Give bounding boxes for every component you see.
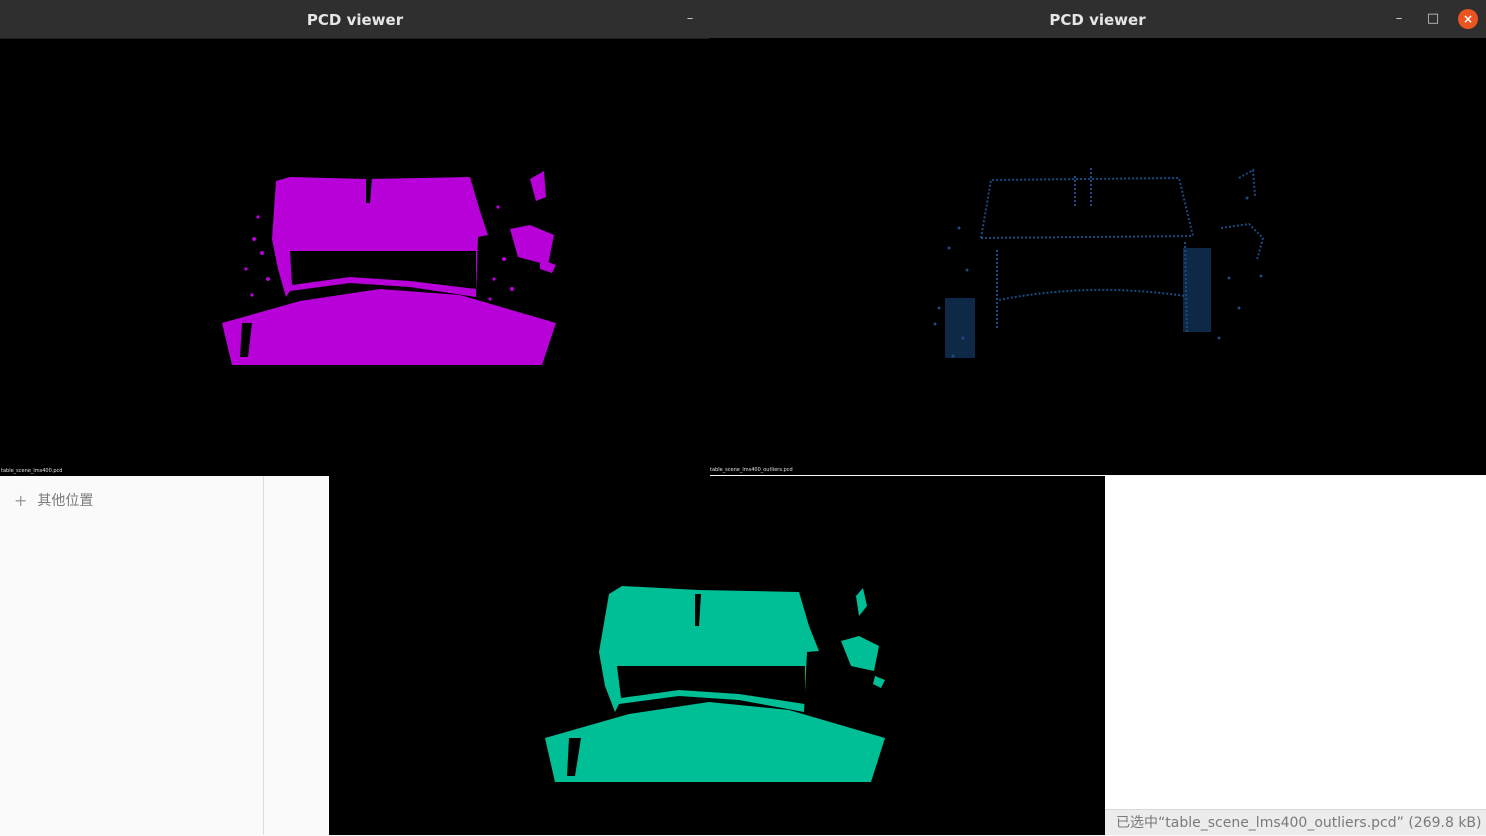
pcd-viewport-left[interactable]: table_scene_lms400.pcd [0,39,710,476]
other-locations-label: 其他位置 [37,493,94,509]
pcd-viewer-window-right: PCD viewer – □ × table_scene_lms400_outl… [709,0,1486,475]
window-title-left: PCD viewer [306,11,404,29]
titlebar-left[interactable]: PCD viewer – [0,0,710,39]
close-icon[interactable]: × [1458,9,1478,29]
status-bar: 已选中“table_scene_lms400_outliers.pcd” (26… [1104,809,1486,835]
file-manager-sidebar: + 其他位置 [0,476,264,835]
point-cloud-outlines [980,168,1265,335]
maximize-icon[interactable]: □ [1423,9,1443,29]
pcd-viewport-bottom[interactable] [329,476,1105,835]
titlebar-right[interactable]: PCD viewer – □ × [709,0,1486,39]
pcd-viewport-right[interactable]: table_scene_lms400_outliers.pcd [709,38,1486,475]
pcd-viewer-window-left: PCD viewer – table_scene_lms400.pcd [0,0,710,476]
window-title-right: PCD viewer [1049,11,1146,29]
file-manager-right: 已选中“table_scene_lms400_outliers.pcd” (26… [1104,476,1486,835]
point-cloud-noise [933,196,1263,358]
cloud-label-right: table_scene_lms400_outliers.pcd [710,467,793,473]
minimize-icon[interactable]: – [1389,9,1409,29]
point-cloud-inliers [545,586,885,782]
point-cloud-table-scene [222,171,556,365]
minimize-icon[interactable]: – [680,9,700,29]
file-manager-left: + 其他位置 [0,476,330,835]
sidebar-item-other-locations[interactable]: + 其他位置 [14,490,93,510]
cloud-label-left: table_scene_lms400.pcd [1,468,63,474]
plus-icon: + [14,490,28,510]
point-cloud-outliers [933,168,1265,358]
